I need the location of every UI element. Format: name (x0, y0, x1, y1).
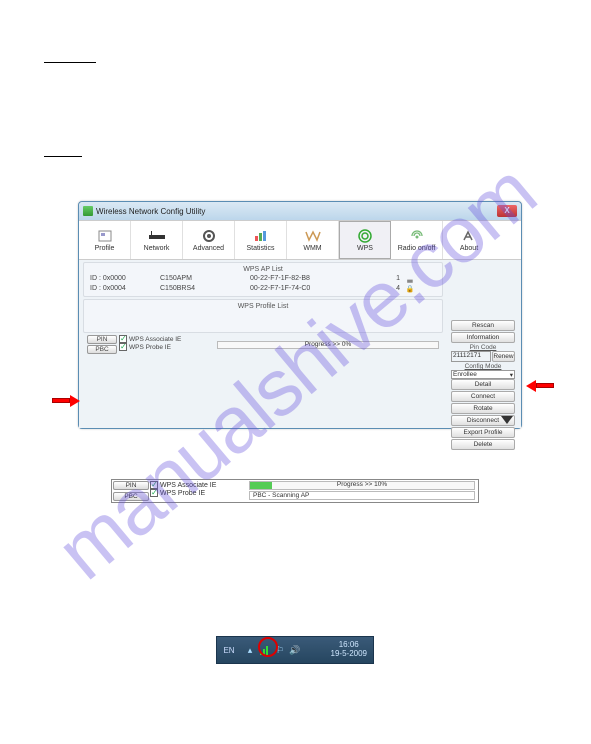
language-indicator[interactable]: EN (217, 646, 241, 655)
statistics-icon (253, 229, 269, 243)
delete-button[interactable]: Delete (451, 439, 515, 450)
close-button[interactable]: X (497, 205, 517, 217)
tab-radio-label: Radio on/off (398, 245, 436, 252)
tab-statistics-label: Statistics (246, 245, 274, 252)
ap-name: C150BRS4 (160, 285, 250, 293)
mid-divider (44, 156, 82, 157)
about-icon (461, 229, 477, 243)
tab-wmm[interactable]: WMM (287, 221, 339, 259)
clock[interactable]: 16:06 19-5-2009 (325, 641, 373, 659)
renew-button[interactable]: Renew (492, 351, 515, 362)
pin-button-2[interactable]: PIN (113, 481, 149, 490)
radio-icon (409, 229, 425, 243)
content-area: WPS AP List ID : 0x0000 C150APM 00-22-F7… (79, 260, 521, 428)
status-text: PBC - Scanning AP (249, 491, 475, 500)
ap-name: C150APM (160, 275, 250, 283)
ap-id: ID : 0x0004 (90, 285, 160, 293)
wps-probe-checkbox[interactable] (119, 343, 127, 351)
toolbar: Profile Network Advanced Statistics WMM (79, 220, 521, 260)
pin-code-label: Pin Code (451, 344, 515, 351)
wmm-icon (305, 229, 321, 243)
tab-advanced[interactable]: Advanced (183, 221, 235, 259)
wps-probe-checkbox-2[interactable] (150, 489, 158, 497)
ap-row[interactable]: ID : 0x0004 C150BRS4 00-22-F7-1F-74-C0 4… (86, 284, 440, 294)
progress-label: Progress >> 0% (218, 341, 438, 348)
wps-probe-label-2: WPS Probe IE (160, 490, 205, 497)
ap-id: ID : 0x0000 (90, 275, 160, 283)
callout-arrow-left (52, 395, 82, 407)
profile-icon (97, 229, 113, 243)
wps-ap-list-panel: WPS AP List ID : 0x0000 C150APM 00-22-F7… (83, 262, 443, 297)
pbc-button-2[interactable]: PBC (113, 492, 149, 501)
gear-icon (201, 229, 217, 243)
callout-circle (258, 637, 278, 657)
clock-date: 19-5-2009 (331, 650, 367, 659)
progress-label-2: Progress >> 10% (250, 481, 474, 488)
ap-ch: 4 (360, 285, 400, 293)
tab-profile[interactable]: Profile (79, 221, 131, 259)
ap-mac: 00-22-F7-1F-82-B8 (250, 275, 360, 283)
callout-arrow-right (524, 380, 554, 392)
tab-wmm-label: WMM (303, 245, 321, 252)
connect-button[interactable]: Connect (451, 391, 515, 402)
expand-toggle-icon[interactable] (501, 416, 513, 424)
lock-icon: 🔒 (400, 285, 420, 293)
system-tray: EN ▴ ⚐ 🔊 16:06 19-5-2009 (216, 636, 374, 664)
tab-wps-label: WPS (357, 245, 373, 252)
ap-row[interactable]: ID : 0x0000 C150APM 00-22-F7-1F-82-B8 1 … (86, 274, 440, 284)
ap-ch: 1 (360, 275, 400, 283)
tab-radio[interactable]: Radio on/off (391, 221, 443, 259)
chevron-up-icon[interactable]: ▴ (244, 644, 256, 656)
tab-about-label: About (460, 245, 478, 252)
config-mode-label: Config Mode (451, 363, 515, 370)
lower-controls: PIN PBC WPS Associate IE WPS Probe IE Pr… (83, 335, 443, 355)
speaker-icon[interactable]: 🔊 (289, 644, 301, 656)
progress-fragment: PIN PBC WPS Associate IE WPS Probe IE Pr… (111, 479, 479, 503)
wps-associate-label-2: WPS Associate IE (160, 482, 216, 489)
information-button[interactable]: Information (451, 332, 515, 343)
config-mode-select[interactable]: Enrollee ▾ (451, 370, 515, 379)
rescan-button[interactable]: Rescan (451, 320, 515, 331)
wps-ap-list-header: WPS AP List (86, 265, 440, 274)
progress-bar-2: Progress >> 10% (249, 481, 475, 490)
wps-icon (357, 229, 373, 243)
config-utility-window: Wireless Network Config Utility X Profil… (78, 201, 522, 429)
titlebar: Wireless Network Config Utility X (79, 202, 521, 220)
tab-wps[interactable]: WPS (339, 221, 391, 259)
detail-button[interactable]: Detail (451, 379, 515, 390)
pin-code-input[interactable]: 21112171 (451, 351, 491, 362)
network-icon (149, 229, 165, 243)
wps-profile-list-panel: WPS Profile List (83, 299, 443, 333)
tab-network[interactable]: Network (131, 221, 183, 259)
wps-profile-list-header: WPS Profile List (86, 302, 440, 311)
signal-bars-icon: ▃ (400, 275, 420, 283)
app-icon (83, 206, 93, 216)
wps-associate-label: WPS Associate IE (129, 336, 181, 343)
wps-probe-label: WPS Probe IE (129, 344, 171, 351)
rotate-button[interactable]: Rotate (451, 403, 515, 414)
window-title: Wireless Network Config Utility (96, 207, 205, 216)
ap-mac: 00-22-F7-1F-74-C0 (250, 285, 360, 293)
progress-bar: Progress >> 0% (217, 341, 439, 349)
tab-statistics[interactable]: Statistics (235, 221, 287, 259)
tab-profile-label: Profile (95, 245, 115, 252)
tab-about[interactable]: About (443, 221, 495, 259)
tab-network-label: Network (144, 245, 170, 252)
pin-button[interactable]: PIN (87, 335, 117, 344)
tab-advanced-label: Advanced (193, 245, 224, 252)
chevron-down-icon: ▾ (510, 371, 513, 379)
export-profile-button[interactable]: Export Profile (451, 427, 515, 438)
top-divider (44, 62, 96, 63)
pbc-button[interactable]: PBC (87, 345, 117, 354)
side-buttons: Rescan Information Pin Code 21112171 Ren… (451, 320, 515, 451)
